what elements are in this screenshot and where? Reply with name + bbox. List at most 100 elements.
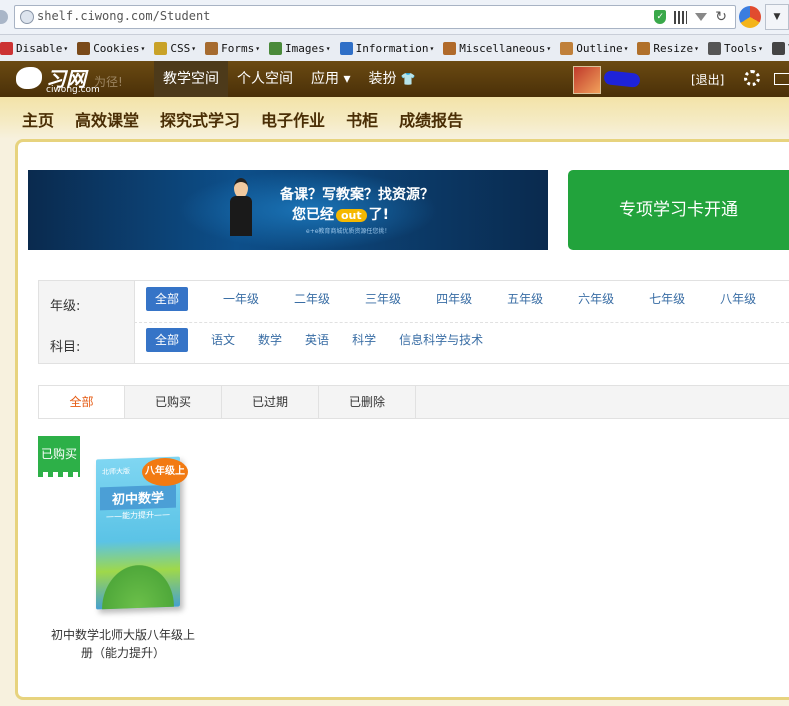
tab-purchased[interactable]: 已购买: [125, 386, 222, 418]
logo-mark-icon: [16, 67, 42, 89]
css-icon: [154, 41, 168, 55]
chevron-down-icon: ▾: [325, 43, 331, 53]
grade-badge: 八年级上: [142, 458, 188, 486]
grade-option[interactable]: 六年级: [578, 287, 614, 311]
grade-option[interactable]: 三年级: [365, 287, 401, 311]
nav-personal-space[interactable]: 个人空间: [228, 61, 302, 97]
main-nav: 教学空间 个人空间 应用 ▾ 装扮 👕: [154, 61, 424, 97]
devbar-label: Miscellaneous: [459, 41, 546, 55]
purchased-ribbon: 已购买: [38, 436, 80, 477]
tab-all[interactable]: 全部: [39, 386, 125, 418]
subnav-inquiry-learning[interactable]: 探究式学习: [160, 107, 240, 131]
tab-expired[interactable]: 已过期: [222, 386, 319, 418]
chevron-down-icon: ▾: [343, 71, 351, 87]
subnav-homework[interactable]: 电子作业: [261, 107, 325, 131]
nav-teaching-space[interactable]: 教学空间: [154, 61, 228, 97]
chevron-down-icon: ▾: [140, 43, 146, 53]
devbar-resize[interactable]: Resize ▾: [637, 41, 699, 55]
chevron-down-icon: ▾: [623, 43, 629, 53]
search-engine-icon[interactable]: [739, 6, 761, 28]
tab-deleted[interactable]: 已删除: [319, 386, 416, 418]
disable-icon: [0, 41, 13, 55]
outline-icon: [560, 41, 574, 55]
subnav-grade-report[interactable]: 成绩报告: [399, 107, 463, 131]
back-button[interactable]: [0, 10, 8, 24]
browser-address-bar: shelf.ciwong.com/Student ✓ ↻ ▼: [0, 0, 789, 35]
devbar-label: Information: [355, 41, 429, 55]
search-dropdown-icon[interactable]: ▼: [765, 4, 789, 30]
url-text[interactable]: shelf.ciwong.com/Student: [37, 9, 210, 23]
site-logo[interactable]: 习网 ciwong.com 为径!: [14, 63, 124, 95]
cover-subtitle: ——能力提升——: [106, 509, 170, 522]
grade-option[interactable]: 一年级: [223, 287, 259, 311]
site-header: 习网 ciwong.com 为径! 教学空间 个人空间 应用 ▾ 装扮 👕 [退出…: [0, 61, 789, 97]
url-field[interactable]: shelf.ciwong.com/Student ✓ ↻: [14, 5, 736, 29]
banner-headline: 备课？写教案？找资源？: [280, 187, 434, 203]
devbar-disable[interactable]: Disable ▾: [0, 41, 68, 55]
grade-option[interactable]: 七年级: [649, 287, 685, 311]
shield-icon[interactable]: ✓: [654, 10, 667, 24]
study-card-button[interactable]: 专项学习卡开通: [568, 170, 789, 250]
devbar-cookies[interactable]: Cookies ▾: [77, 41, 146, 55]
devbar-miscellaneous[interactable]: Miscellaneous ▾: [443, 41, 551, 55]
nav-apps[interactable]: 应用 ▾: [302, 61, 359, 97]
devbar-label: CSS: [170, 41, 191, 55]
filter-divider: [134, 322, 789, 323]
subject-option[interactable]: 科学: [352, 328, 376, 352]
gear-icon[interactable]: [744, 70, 760, 86]
devbar-forms[interactable]: Forms ▾: [205, 41, 260, 55]
tshirt-icon: 👕: [400, 72, 416, 86]
ad-banner[interactable]: 备课？写教案？找资源？ 您已经 out 了! e+e教育商城优质资源任您挑！: [28, 170, 548, 250]
chevron-down-icon: ▾: [191, 43, 197, 53]
banner-subline-a: 您已经: [292, 207, 334, 223]
devbar-label: Forms: [221, 41, 255, 55]
subject-option[interactable]: 语文: [211, 328, 235, 352]
refresh-icon[interactable]: ↻: [715, 10, 727, 24]
sub-nav-bar: 主页 高效课堂 探究式学习 电子作业 书柜 成绩报告: [0, 97, 789, 139]
devbar-css[interactable]: CSS ▾: [154, 41, 197, 55]
grade-option[interactable]: 二年级: [294, 287, 330, 311]
filter-panel: 年级: 科目: 全部一年级二年级三年级四年级五年级六年级七年级八年级九 全部语文…: [38, 280, 789, 364]
devbar-tools[interactable]: Tools ▾: [707, 41, 763, 55]
subnav-home[interactable]: 主页: [22, 107, 54, 131]
forms-icon: [205, 41, 219, 55]
images-icon: [269, 41, 283, 55]
web-developer-toolbar: Disable ▾ Cookies ▾ CSS ▾ Forms ▾ Images ▾ Informa…: [0, 35, 789, 62]
resize-icon: [637, 41, 651, 55]
globe-icon: [20, 10, 34, 24]
grade-option[interactable]: 四年级: [436, 287, 472, 311]
devbar-view[interactable]: View: [771, 41, 789, 55]
banner-out-badge: out: [336, 209, 367, 222]
logout-link[interactable]: [退出]: [691, 71, 724, 88]
grade-options: 全部一年级二年级三年级四年级五年级六年级七年级八年级九: [146, 287, 789, 311]
book-title[interactable]: 初中数学北师大版八年级上册（能力提升）: [50, 626, 196, 662]
dropdown-arrow-icon[interactable]: [695, 13, 708, 21]
devbar-information[interactable]: Information ▾: [339, 41, 434, 55]
subject-option[interactable]: 英语: [305, 328, 329, 352]
book-cover[interactable]: 北师大版 初中数学 ——能力提升—— 八年级上: [86, 456, 192, 612]
grade-option[interactable]: 五年级: [507, 287, 543, 311]
devbar-outline[interactable]: Outline ▾: [560, 41, 629, 55]
grade-option[interactable]: 全部: [146, 287, 189, 311]
shelf-tabs: 全部 已购买 已过期 已删除: [38, 385, 789, 419]
subnav-bookshelf[interactable]: 书柜: [346, 107, 378, 131]
avatar[interactable]: [573, 66, 601, 94]
devbar-images[interactable]: Images ▾: [269, 41, 331, 55]
mail-icon[interactable]: [774, 73, 789, 85]
nav-dress-up[interactable]: 装扮 👕: [359, 61, 424, 97]
subnav-efficient-classroom[interactable]: 高效课堂: [75, 107, 139, 131]
grade-option[interactable]: 八年级: [720, 287, 756, 311]
tools-icon: [707, 41, 721, 55]
subject-option[interactable]: 全部: [146, 328, 189, 352]
qr-code-icon[interactable]: [674, 10, 688, 24]
information-icon: [339, 41, 353, 55]
subject-option[interactable]: 数学: [258, 328, 282, 352]
devbar-label: Images: [285, 41, 325, 55]
nav-dress-up-label: 装扮: [368, 71, 397, 87]
devbar-label: Tools: [723, 41, 758, 55]
banner-small-text: e+e教育商城优质资源任您挑！: [306, 228, 391, 235]
devbar-label: Outline: [576, 41, 623, 55]
subject-option[interactable]: 信息科学与技术: [399, 328, 483, 352]
view-icon: [771, 41, 785, 55]
logo-slogan: 为径!: [94, 75, 123, 89]
